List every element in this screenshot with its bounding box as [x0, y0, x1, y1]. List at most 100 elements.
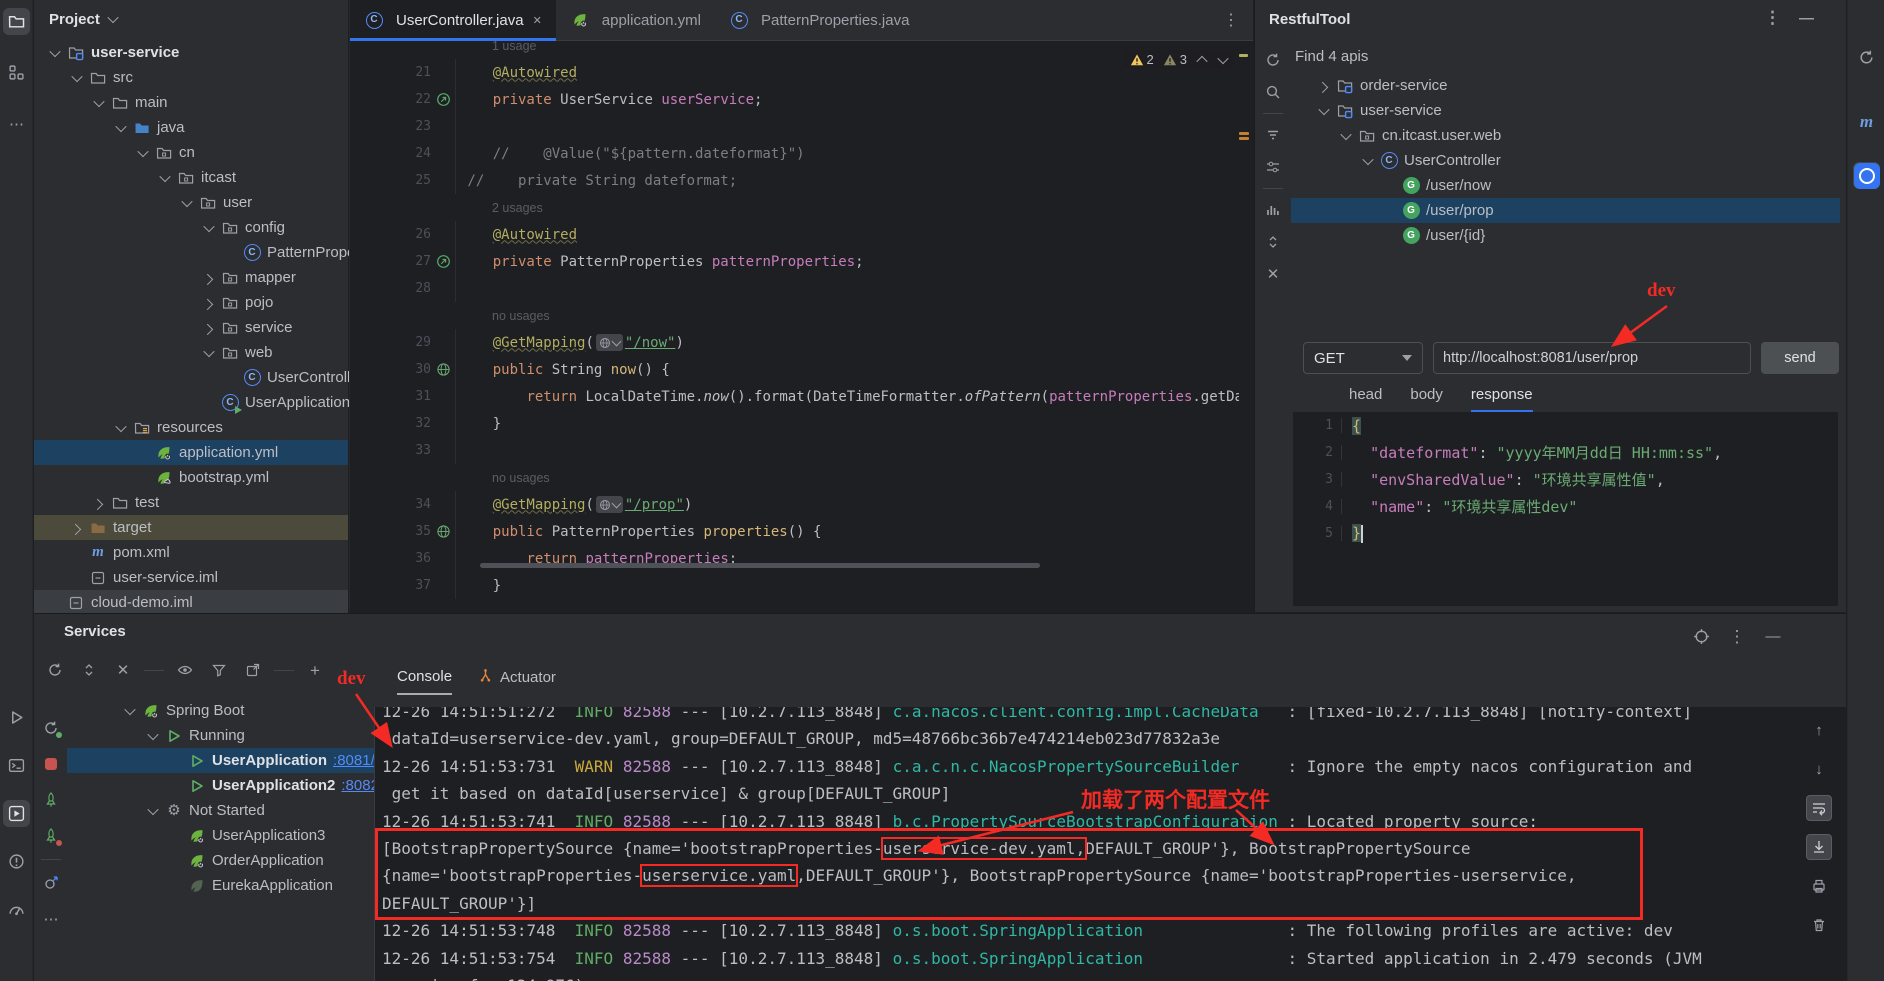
min-button[interactable]: —: [1760, 623, 1786, 649]
expand-button[interactable]: [76, 657, 102, 683]
tree-item-patternproperties[interactable]: CPatternProperties: [34, 240, 348, 265]
sliders-button[interactable]: [1260, 154, 1286, 180]
tree-item-src[interactable]: src: [34, 65, 348, 90]
tree-item-userapplication[interactable]: CUserApplication: [34, 390, 348, 415]
editor-tab-patternproperties-java[interactable]: CPatternProperties.java: [715, 0, 923, 40]
tree-item-cloud-demo-iml[interactable]: cloud-demo.iml: [34, 590, 348, 615]
collapsex-button[interactable]: ✕: [1260, 261, 1286, 287]
tree-item-cn-itcast-user-web[interactable]: cn.itcast.user.web: [1291, 123, 1840, 148]
expand-button[interactable]: [1260, 229, 1286, 255]
eye-button[interactable]: [172, 657, 198, 683]
filter-button[interactable]: [1260, 122, 1286, 148]
tree-item-bootstrap-yml[interactable]: bootstrap.yml: [34, 465, 348, 490]
usage-hint[interactable]: 2 usages: [350, 201, 543, 215]
inspections-widget[interactable]: 2 3: [1124, 50, 1235, 69]
chevron-right-icon[interactable]: [198, 274, 220, 282]
chevron-down-icon[interactable]: [110, 424, 132, 432]
tab-head[interactable]: head: [1349, 386, 1382, 413]
profiler-tool-icon[interactable]: [3, 896, 30, 923]
port-link[interactable]: :8081/: [333, 752, 375, 769]
tree-item-userapplication3[interactable]: UserApplication3: [67, 823, 374, 848]
kebab-button[interactable]: ⋮: [1755, 10, 1790, 27]
chevron-right-icon[interactable]: [1313, 82, 1335, 90]
refresh-button[interactable]: [42, 657, 68, 683]
chevron-down-icon[interactable]: [154, 174, 176, 182]
tree-item-main[interactable]: main: [34, 90, 348, 115]
chevron-down-icon[interactable]: [110, 124, 132, 132]
crosshair-button[interactable]: [1688, 623, 1714, 649]
tree-item-userapplication2[interactable]: UserApplication2:8082/: [67, 773, 374, 798]
chevron-down-icon[interactable]: [198, 224, 220, 232]
url-input[interactable]: [1433, 342, 1751, 374]
editor-tab-usercontroller-java[interactable]: CUserController.java✕: [350, 0, 556, 40]
response-viewer[interactable]: 1{2 "dateformat": "yyyy年MM月dd日 HH:mm:ss"…: [1293, 412, 1838, 606]
next-problem-icon[interactable]: [1217, 56, 1229, 64]
chevron-down-icon[interactable]: [119, 707, 141, 715]
more-tools-icon[interactable]: ⋯: [3, 111, 30, 138]
mapping-url-chip[interactable]: [596, 334, 623, 351]
tree-item--user-id-[interactable]: G/user/{id}: [1291, 223, 1840, 248]
project-panel-header[interactable]: Project: [34, 0, 348, 38]
url-gutter-icon[interactable]: [431, 362, 455, 377]
tree-item-pojo[interactable]: pojo: [34, 290, 348, 315]
chevron-down-icon[interactable]: [132, 149, 154, 157]
tree-item-java[interactable]: java: [34, 115, 348, 140]
tree-item-application-yml[interactable]: application.yml: [34, 440, 348, 465]
tree-item-user[interactable]: user: [34, 190, 348, 215]
editor-scroll-marks[interactable]: [1239, 40, 1251, 612]
horizontal-scrollbar[interactable]: [480, 563, 1040, 568]
chevron-down-icon[interactable]: [66, 74, 88, 82]
min-button[interactable]: —: [1790, 10, 1823, 27]
rocket-debug-button[interactable]: [38, 823, 64, 849]
trash-button[interactable]: [1806, 912, 1832, 938]
plus-button[interactable]: +: [302, 657, 328, 683]
tree-item-not-started[interactable]: ⚙Not Started: [67, 798, 374, 823]
bars-button[interactable]: [1260, 197, 1286, 223]
tab-response[interactable]: response: [1471, 386, 1533, 413]
attach-button[interactable]: [38, 870, 64, 896]
tree-item-running[interactable]: Running: [67, 723, 374, 748]
tree-item-userapplication[interactable]: UserApplication:8081/: [67, 748, 374, 773]
open-new-button[interactable]: [240, 657, 266, 683]
usage-hint[interactable]: 1 usage: [350, 40, 536, 53]
rerun-button[interactable]: [38, 715, 64, 741]
kebab-button[interactable]: ⋮: [1724, 623, 1750, 649]
tree-item-user-service[interactable]: user-service: [1291, 98, 1840, 123]
tree-item-cn[interactable]: cn: [34, 140, 348, 165]
rocket-button[interactable]: [38, 787, 64, 813]
refresh-button[interactable]: [1260, 47, 1286, 73]
tree-item-usercontroller[interactable]: CUserController: [34, 365, 348, 390]
code-area[interactable]: 1 usage21 @Autowired22 private UserServi…: [350, 40, 1239, 612]
project-tool-icon[interactable]: [3, 8, 30, 35]
console-tab-actuator[interactable]: Actuator: [478, 668, 556, 695]
close-tab-icon[interactable]: ✕: [533, 14, 542, 27]
chevron-down-icon[interactable]: [1313, 107, 1335, 115]
tree-item-pom-xml[interactable]: mpom.xml: [34, 540, 348, 565]
funnel-button[interactable]: [206, 657, 232, 683]
tree-item-service[interactable]: service: [34, 315, 348, 340]
tree-item-web[interactable]: web: [34, 340, 348, 365]
tree-item-eurekaapplication[interactable]: EurekaApplication: [67, 873, 374, 898]
chevron-down-icon[interactable]: [142, 807, 164, 815]
terminal-tool-icon[interactable]: [3, 752, 30, 779]
up-button[interactable]: ↑: [1806, 717, 1832, 743]
tree-item-user-service-iml[interactable]: user-service.iml: [34, 565, 348, 590]
console[interactable]: 12-26 14:51:51:272 INFO 82588 --- [10.2.…: [374, 707, 1846, 981]
bean-gutter-icon[interactable]: [431, 254, 455, 269]
editor-tab-application-yml[interactable]: application.yml: [556, 0, 715, 40]
editor-tab-options-icon[interactable]: ⋮: [1209, 10, 1253, 30]
tree-item-user-service[interactable]: user-service: [34, 40, 348, 65]
problems-tool-icon[interactable]: [3, 848, 30, 875]
chevron-right-icon[interactable]: [88, 499, 110, 507]
chevron-right-icon[interactable]: [198, 299, 220, 307]
more-button[interactable]: ⋯: [38, 906, 64, 932]
tree-item--user-now[interactable]: G/user/now: [1291, 173, 1840, 198]
tree-item-test[interactable]: test: [34, 490, 348, 515]
tab-body[interactable]: body: [1410, 386, 1443, 413]
structure-tool-icon[interactable]: [3, 59, 30, 86]
chevron-down-icon[interactable]: [1335, 132, 1357, 140]
tree-item-spring-boot[interactable]: Spring Boot: [67, 698, 374, 723]
sync-stripe-icon[interactable]: [1853, 44, 1880, 71]
chevron-down-icon[interactable]: [88, 99, 110, 107]
chevron-down-icon[interactable]: [44, 49, 66, 57]
